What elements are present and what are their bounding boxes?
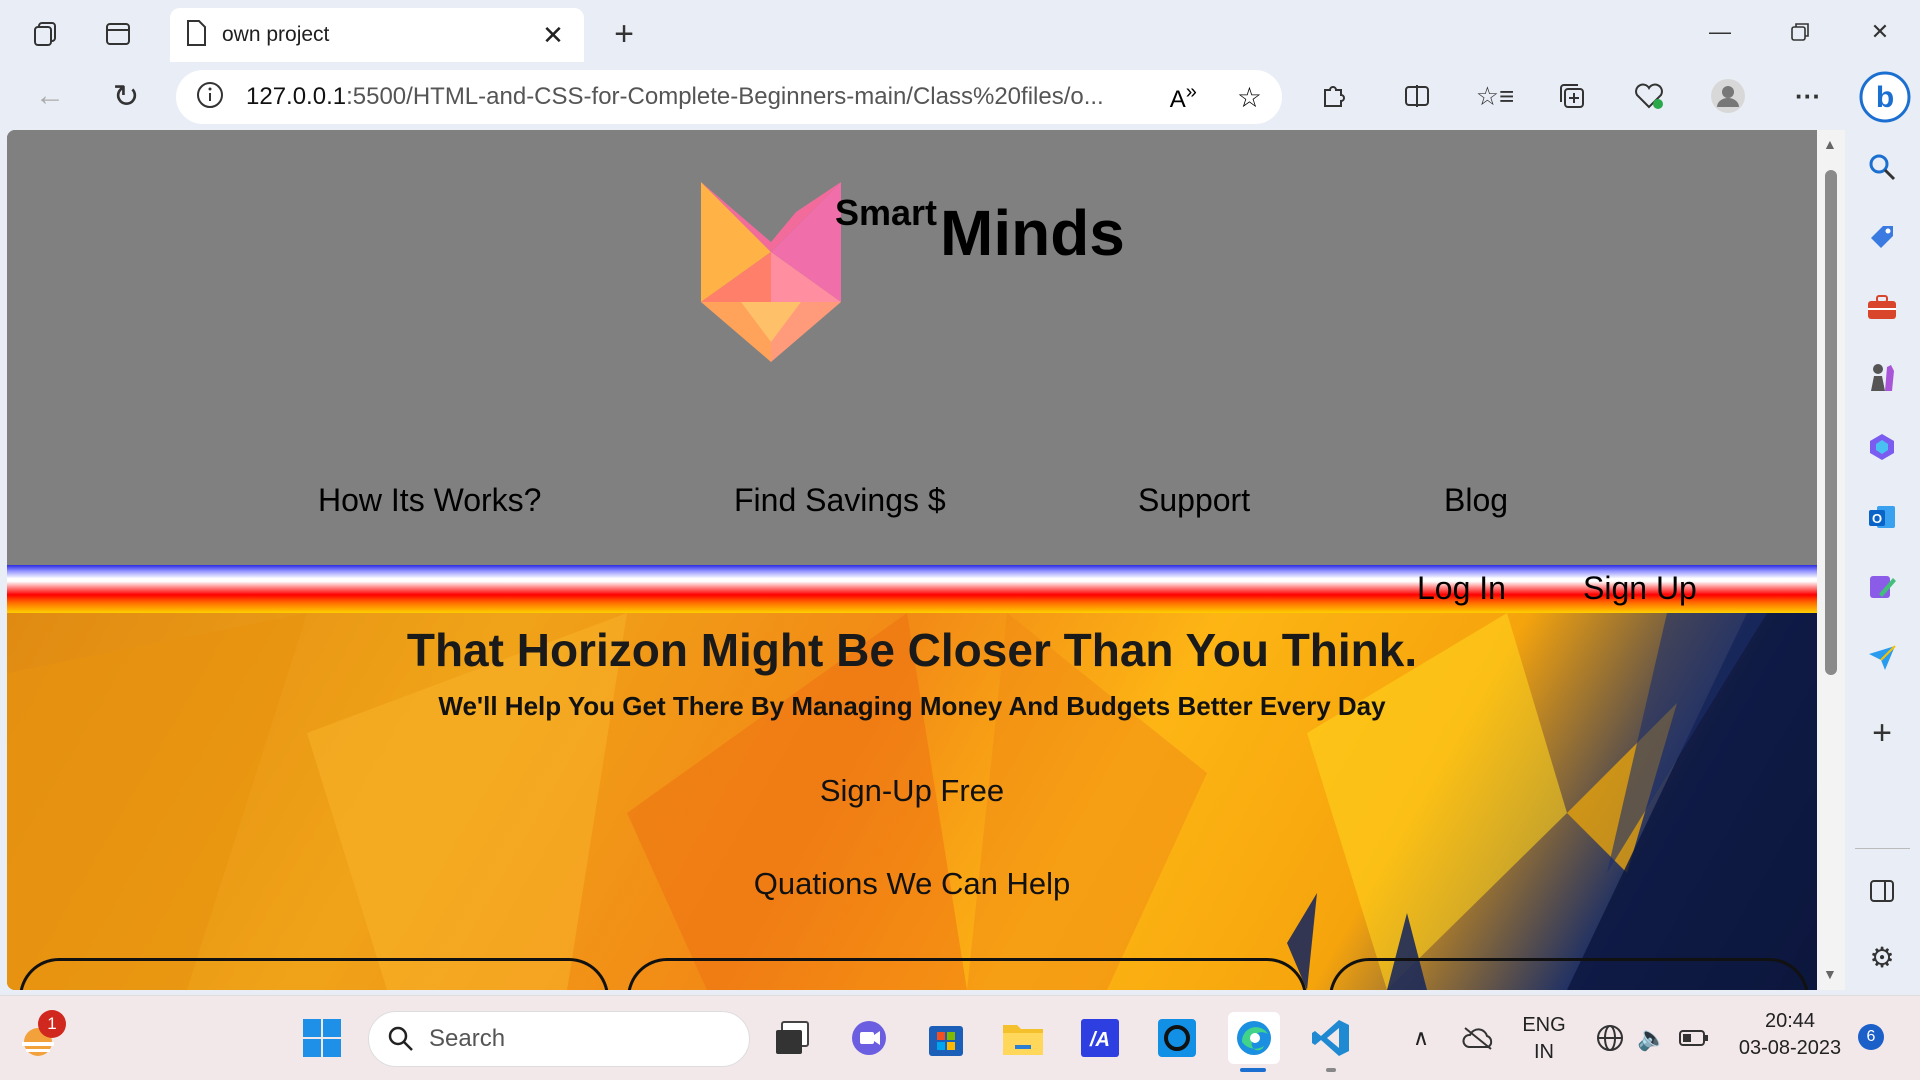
edge-sidebar: O + ⚙: [1845, 130, 1920, 990]
hero-headline: That Horizon Might Be Closer Than You Th…: [406, 624, 1418, 676]
tab-title: own project: [222, 23, 330, 46]
refresh-icon[interactable]: ↻: [104, 74, 148, 118]
page-scrollbar[interactable]: ▲ ▼: [1817, 130, 1845, 990]
cortana-app-icon[interactable]: [1151, 1012, 1203, 1064]
read-aloud-icon[interactable]: A»: [1170, 81, 1197, 114]
split-screen-icon[interactable]: [1395, 74, 1439, 118]
add-sidebar-app-icon[interactable]: +: [1859, 710, 1905, 756]
nav-how-it-works[interactable]: How Its Works?: [318, 482, 541, 519]
feature-card: [19, 958, 609, 990]
hide-sidebar-icon[interactable]: [1859, 868, 1905, 914]
profile-avatar[interactable]: [1706, 74, 1750, 118]
windows-taskbar: 1 Search /A ∧ ENG IN 🔈 20:44 03-08-2023 …: [0, 995, 1920, 1080]
show-hidden-icons[interactable]: ∧: [1395, 1012, 1447, 1064]
windows-start-icon[interactable]: [296, 1012, 348, 1064]
send-plane-icon[interactable]: [1859, 634, 1905, 680]
bing-copilot-icon[interactable]: b: [1858, 70, 1912, 124]
scroll-down-icon[interactable]: ▼: [1823, 966, 1837, 982]
shopping-tag-icon[interactable]: [1859, 214, 1905, 260]
close-window-icon[interactable]: ✕: [1840, 10, 1920, 54]
microsoft-store-icon[interactable]: [920, 1012, 972, 1064]
taskbar-search-box[interactable]: Search: [368, 1011, 750, 1067]
settings-gear-icon[interactable]: ⚙: [1859, 934, 1905, 980]
nav-support[interactable]: Support: [1138, 482, 1250, 519]
brand-small-text: Smart: [835, 192, 938, 233]
task-view-icon[interactable]: [766, 1012, 818, 1064]
site-info-icon[interactable]: [196, 81, 224, 114]
page-icon: [186, 19, 206, 51]
search-icon[interactable]: [1859, 144, 1905, 190]
address-bar[interactable]: 127.0.0.1:5500/HTML-and-CSS-for-Complete…: [176, 70, 1282, 124]
clock[interactable]: 20:44 03-08-2023: [1730, 1010, 1850, 1060]
microsoft365-icon[interactable]: [1859, 424, 1905, 470]
more-options-icon[interactable]: ···: [1786, 74, 1830, 118]
favorite-star-icon[interactable]: ☆: [1237, 81, 1262, 114]
tab-close-icon[interactable]: ✕: [538, 20, 568, 51]
svg-text:b: b: [1876, 81, 1894, 114]
taskbar-search-placeholder: Search: [429, 1025, 506, 1052]
language-indicator[interactable]: ENG IN: [1514, 1014, 1574, 1064]
questions-link[interactable]: Quations We Can Help: [7, 866, 1817, 902]
browser-essentials-icon[interactable]: [1627, 74, 1671, 118]
nav-blog[interactable]: Blog: [1444, 482, 1508, 519]
signup-free-link[interactable]: Sign-Up Free: [7, 773, 1817, 809]
login-link[interactable]: Log In: [1417, 570, 1506, 607]
tab-bar: own project ✕ + — ✕: [0, 0, 1920, 68]
active-app-indicator: [1240, 1068, 1266, 1072]
scroll-up-icon[interactable]: ▲: [1823, 136, 1837, 152]
collections-icon[interactable]: [1550, 74, 1594, 118]
svg-text:O: O: [1872, 511, 1882, 526]
notification-badge: 1: [38, 1010, 66, 1038]
new-tab-icon[interactable]: +: [602, 12, 646, 56]
site-header: Smart Minds How Its Works? Find Savings …: [7, 130, 1817, 565]
feature-card: [1329, 958, 1809, 990]
sidebar-divider: [1855, 848, 1910, 849]
signup-link[interactable]: Sign Up: [1583, 570, 1697, 607]
teams-chat-icon[interactable]: [843, 1012, 895, 1064]
back-icon[interactable]: ←: [28, 74, 72, 118]
battery-icon[interactable]: [1668, 1012, 1720, 1064]
tab-own-project[interactable]: own project ✕: [170, 8, 584, 62]
scrollbar-thumb[interactable]: [1825, 170, 1837, 675]
workspaces-icon[interactable]: [24, 12, 68, 56]
tools-briefcase-icon[interactable]: [1859, 284, 1905, 330]
outlook-icon[interactable]: O: [1859, 494, 1905, 540]
notification-center-badge[interactable]: 6: [1858, 1024, 1884, 1050]
toolbar: ← ↻ 127.0.0.1:5500/HTML-and-CSS-for-Comp…: [0, 68, 1920, 130]
clock-date: 03-08-2023: [1738, 1037, 1842, 1059]
brand-big-text: Minds: [940, 197, 1125, 269]
hero-section: That Horizon Might Be Closer Than You Th…: [7, 613, 1817, 990]
search-icon: [388, 1026, 413, 1051]
svg-text:/A: /A: [1089, 1029, 1110, 1051]
rainbow-bar: [7, 565, 1817, 613]
hero-subheadline: We'll Help You Get There By Managing Mon…: [438, 691, 1386, 721]
onedrive-icon[interactable]: [1452, 1012, 1504, 1064]
minimize-icon[interactable]: —: [1680, 10, 1760, 54]
tab-actions-icon[interactable]: [96, 12, 140, 56]
edge-taskbar-icon[interactable]: [1228, 1012, 1280, 1064]
designer-icon[interactable]: [1859, 564, 1905, 610]
clock-time: 20:44: [1764, 1010, 1816, 1032]
nav-find-savings[interactable]: Find Savings $: [734, 482, 946, 519]
mathworks-app-icon[interactable]: /A: [1074, 1012, 1126, 1064]
file-explorer-icon[interactable]: [997, 1012, 1049, 1064]
feature-card: [627, 958, 1307, 990]
restore-icon[interactable]: [1760, 10, 1840, 54]
running-app-indicator: [1326, 1068, 1336, 1072]
smartminds-logo: [701, 182, 841, 362]
games-chess-icon[interactable]: [1859, 354, 1905, 400]
vscode-icon[interactable]: [1305, 1012, 1357, 1064]
page-viewport: Smart Minds How Its Works? Find Savings …: [7, 130, 1817, 990]
favorites-icon[interactable]: ☆≡: [1473, 74, 1517, 118]
url-text: 127.0.0.1:5500/HTML-and-CSS-for-Complete…: [246, 83, 1104, 110]
extensions-icon[interactable]: [1311, 74, 1355, 118]
